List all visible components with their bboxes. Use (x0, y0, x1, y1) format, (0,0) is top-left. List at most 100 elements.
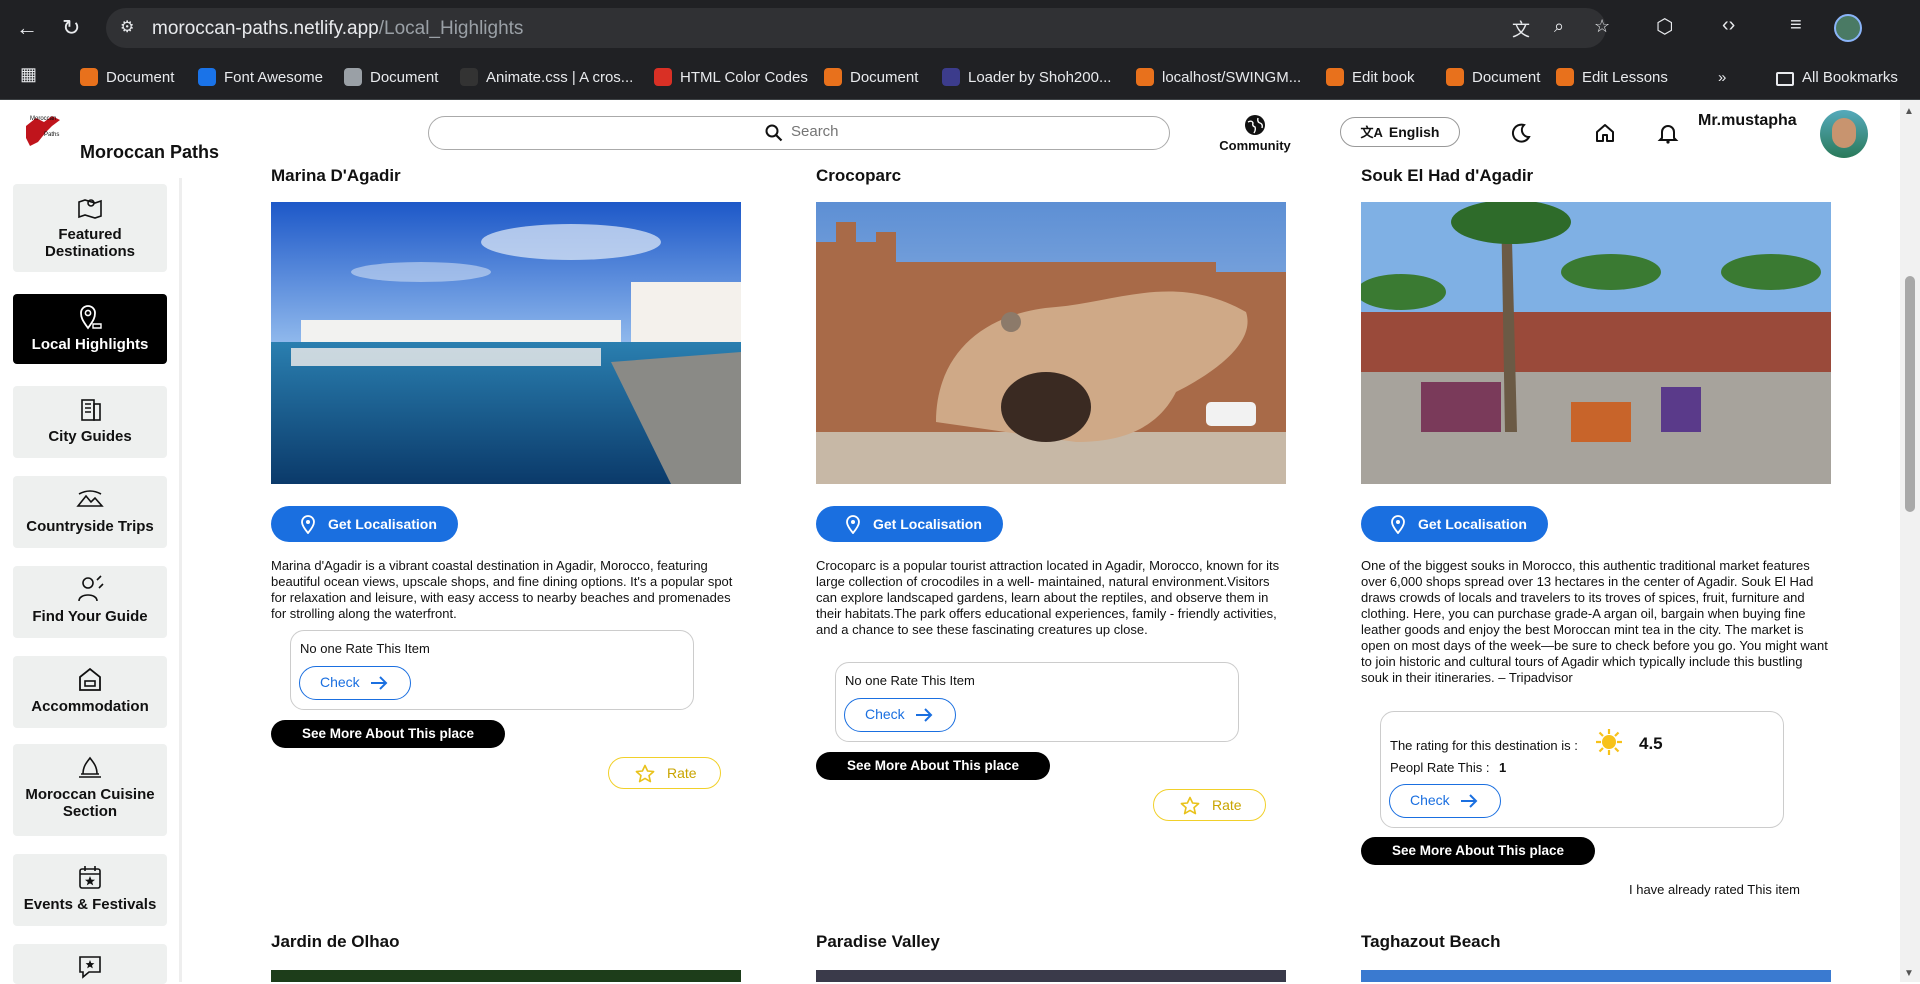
moroccan-paths-logo: Moroccan Paths (26, 116, 60, 146)
get-localisation-button[interactable]: Get Localisation (271, 506, 458, 542)
translate-icon[interactable]: 文 (1512, 16, 1530, 42)
scrollbar-thumb[interactable] (1905, 276, 1915, 512)
rate-button[interactable]: Rate (1153, 789, 1266, 821)
sidebar-item-moroccan-cuisine[interactable]: Moroccan Cuisine Section (13, 744, 167, 836)
check-label: Check (1410, 792, 1450, 808)
bookmark-item[interactable]: Edit Lessons (1556, 65, 1668, 91)
sidebar-item-reviews[interactable] (13, 944, 167, 984)
bookmark-label: Document (1472, 69, 1541, 86)
highlight-card-souk-el-had: Souk El Had d'Agadir (1356, 166, 1831, 489)
card-description: Marina d'Agadir is a vibrant coastal des… (271, 558, 733, 621)
sidebar-item-countryside-trips[interactable]: Countryside Trips (13, 476, 167, 548)
rate-label: Rate (1212, 797, 1242, 813)
highlight-card-marina: Marina D'Agadir (271, 166, 741, 489)
next-photo-jardin (271, 970, 741, 982)
language-selector[interactable]: 文A English (1340, 117, 1460, 147)
sidebar-item-label: Accommodation (31, 698, 149, 715)
bookmark-item[interactable]: Document (80, 65, 174, 91)
bookmark-label: localhost/SWINGM... (1162, 69, 1302, 86)
card-description: One of the biggest souks in Morocco, thi… (1361, 558, 1828, 685)
all-bookmarks[interactable]: All Bookmarks (1776, 65, 1898, 91)
devtools-icon[interactable]: ‹› (1722, 14, 1735, 37)
bookmark-favicon-icon (824, 68, 842, 86)
bookmark-item[interactable]: HTML Color Codes (654, 65, 808, 91)
search-input[interactable] (791, 123, 851, 140)
bookmark-item[interactable]: Loader by Shoh200... (942, 65, 1111, 91)
card-title: Jardin de Olhao (271, 932, 400, 951)
scroll-up-icon[interactable]: ▲ (1904, 106, 1914, 117)
see-more-button[interactable]: See More About This place (1361, 837, 1595, 865)
browser-profile-avatar[interactable] (1834, 14, 1862, 42)
crocoparc-photo (816, 202, 1286, 484)
reload-icon[interactable]: ↻ (62, 14, 80, 42)
chat-star-icon (79, 956, 101, 979)
sidebar-item-accommodation[interactable]: Accommodation (13, 656, 167, 728)
bookmark-favicon-icon (654, 68, 672, 86)
notification-bell-icon[interactable] (1657, 122, 1679, 144)
check-button[interactable]: Check (1389, 784, 1501, 818)
location-pin-icon (846, 515, 860, 534)
sidebar-item-find-your-guide[interactable]: Find Your Guide (13, 566, 167, 638)
scroll-down-icon[interactable]: ▼ (1904, 968, 1914, 979)
address-bar[interactable]: ⚙ moroccan-paths.netlify.app/Local_Highl… (106, 8, 1610, 48)
see-more-button[interactable]: See More About This place (816, 752, 1050, 780)
bookmark-favicon-icon (80, 68, 98, 86)
translate-lang-icon: 文A (1360, 125, 1383, 140)
bookmark-item[interactable]: Animate.css | A cros... (460, 65, 633, 91)
browser-toolbar: ← ↻ ⚙ moroccan-paths.netlify.app/Local_H… (0, 0, 1920, 56)
home-icon[interactable] (1594, 122, 1616, 144)
rating-label: The rating for this destination is : (1390, 738, 1578, 753)
bookmark-item[interactable]: Document (344, 65, 438, 91)
dark-mode-moon-icon[interactable] (1510, 122, 1532, 144)
bookmark-favicon-icon (1326, 68, 1344, 86)
location-pin-icon (301, 515, 315, 534)
see-more-button[interactable]: See More About This place (271, 720, 505, 748)
url-host: moroccan-paths.netlify.app (152, 18, 379, 39)
bookmark-favicon-icon (198, 68, 216, 86)
bookmark-label: Animate.css | A cros... (486, 69, 634, 86)
card-title: Crocoparc (816, 166, 902, 185)
bookmark-favicon-icon (1556, 68, 1574, 86)
sidebar-item-label: Moroccan Cuisine Section (25, 786, 155, 820)
sidebar-item-city-guides[interactable]: City Guides (13, 386, 167, 458)
get-localisation-label: Get Localisation (873, 516, 982, 532)
bookmark-star-icon[interactable]: ☆ (1594, 16, 1610, 37)
globe-icon (1245, 115, 1265, 135)
user-avatar[interactable] (1820, 110, 1868, 158)
get-localisation-button[interactable]: Get Localisation (816, 506, 1003, 542)
zoom-icon[interactable]: ⌕ (1554, 16, 1564, 37)
back-icon[interactable]: ← (16, 14, 38, 42)
apps-grid-icon[interactable]: ▦ (20, 64, 42, 86)
check-label: Check (320, 674, 360, 690)
check-label: Check (865, 706, 905, 722)
page-scrollbar[interactable]: ▲ ▼ (1900, 100, 1920, 982)
bookmark-favicon-icon (460, 68, 478, 86)
bookmark-item[interactable]: Font Awesome (198, 65, 323, 91)
bookmark-item[interactable]: Document (1446, 65, 1540, 91)
sidebar-item-featured-destinations[interactable]: Featured Destinations (13, 184, 167, 272)
get-localisation-button[interactable]: Get Localisation (1361, 506, 1548, 542)
get-localisation-label: Get Localisation (328, 516, 437, 532)
search-icon (765, 124, 783, 142)
check-button[interactable]: Check (844, 698, 956, 732)
media-icon[interactable]: ≡ (1790, 14, 1802, 37)
search-bar[interactable] (428, 116, 1170, 150)
bookmark-item[interactable]: localhost/SWINGM... (1136, 65, 1301, 91)
arrow-right-icon (916, 708, 933, 722)
bookmark-item[interactable]: Edit book (1326, 65, 1415, 91)
more-bookmarks-button[interactable]: » (1718, 65, 1726, 91)
bookmarks-bar: ▦ Document Font Awesome Document Animate.cs… (0, 56, 1920, 100)
highlight-card-crocoparc: Crocoparc (816, 166, 1286, 489)
extensions-icon[interactable]: ⬡ (1656, 14, 1673, 39)
site-settings-icon[interactable]: ⚙ (120, 17, 142, 39)
bookmark-item[interactable]: Document (824, 65, 918, 91)
community-link[interactable]: Community (1212, 114, 1298, 153)
check-button[interactable]: Check (299, 666, 411, 700)
tour-guide-icon (78, 575, 104, 602)
bookmark-label: Document (370, 69, 439, 86)
sidebar-item-events-festivals[interactable]: Events & Festivals (13, 854, 167, 926)
bookmark-favicon-icon (344, 68, 362, 86)
rate-button[interactable]: Rate (608, 757, 721, 789)
bookmark-favicon-icon (1136, 68, 1154, 86)
sidebar-item-local-highlights[interactable]: Local Highlights (13, 294, 167, 364)
